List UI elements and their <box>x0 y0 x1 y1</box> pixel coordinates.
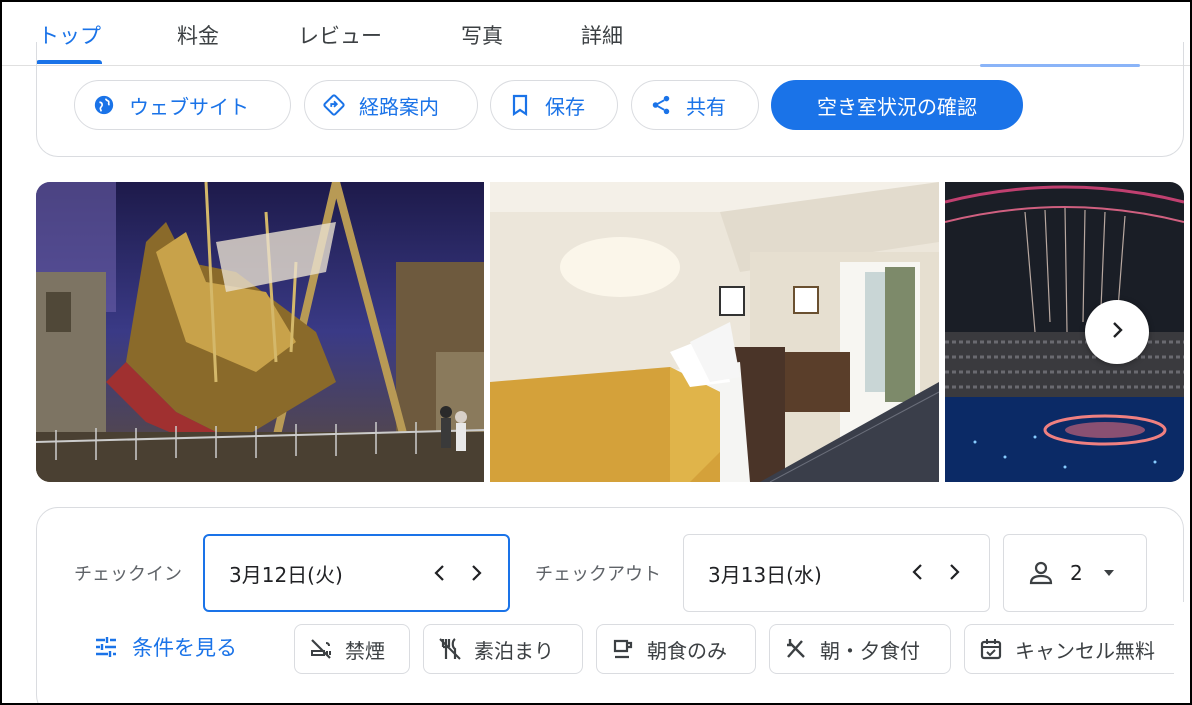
calendar-check-icon <box>979 637 1003 661</box>
globe-icon <box>93 94 115 116</box>
chevron-right-icon <box>950 564 960 580</box>
filter-label: キャンセル無料 <box>1015 638 1155 663</box>
partial-element <box>980 64 1140 67</box>
checkin-label: チェックイン <box>74 564 182 585</box>
chevron-right-icon <box>472 565 482 581</box>
chevron-left-icon <box>912 564 922 580</box>
share-label: 共有 <box>686 94 726 119</box>
bookmark-icon <box>509 94 531 116</box>
coffee-cup-icon <box>611 637 635 661</box>
checkout-next-button[interactable] <box>939 557 969 587</box>
dropdown-arrow-icon <box>1103 569 1115 577</box>
directions-label: 経路案内 <box>359 94 439 119</box>
checkout-label: チェックアウト <box>535 564 661 585</box>
filter-breakfast-only[interactable]: 朝食のみ <box>596 624 756 674</box>
directions-button[interactable]: 経路案内 <box>304 80 478 130</box>
website-button[interactable]: ウェブサイト <box>74 80 291 130</box>
tune-icon <box>94 636 118 658</box>
hotel-photo-pirate-ship[interactable] <box>36 182 484 482</box>
guests-selector[interactable]: 2 <box>1003 534 1147 612</box>
filter-label: 禁煙 <box>345 638 385 663</box>
checkin-date-value: 3月12日(火) <box>229 562 343 587</box>
checkout-date-field[interactable]: 3月13日(水) <box>683 534 990 612</box>
checkout-prev-button[interactable] <box>903 557 933 587</box>
save-button[interactable]: 保存 <box>490 80 618 130</box>
carousel-next-button[interactable] <box>1085 300 1149 364</box>
checkin-next-button[interactable] <box>461 558 491 588</box>
check-availability-button[interactable]: 空き室状況の確認 <box>771 80 1023 130</box>
share-button[interactable]: 共有 <box>631 80 759 130</box>
no-meals-icon <box>438 637 462 661</box>
browser-frame: トップ 料金 レビュー 写真 詳細 ウェブサイト 経路案内 保存 共有 空き室状… <box>0 0 1192 705</box>
checkout-date-value: 3月13日(水) <box>708 562 822 587</box>
fork-knife-icon <box>784 637 808 661</box>
chevron-left-icon <box>434 565 444 581</box>
guests-count: 2 <box>1070 561 1083 585</box>
checkin-date-field[interactable]: 3月12日(火) <box>203 534 510 612</box>
save-label: 保存 <box>545 94 585 119</box>
filter-no-smoking[interactable]: 禁煙 <box>294 624 410 674</box>
see-conditions-label: 条件を見る <box>132 636 237 660</box>
filter-label: 朝・夕食付 <box>820 638 920 663</box>
filter-breakfast-dinner[interactable]: 朝・夕食付 <box>769 624 951 674</box>
share-icon <box>650 94 672 116</box>
filter-room-only[interactable]: 素泊まり <box>423 624 583 674</box>
filter-free-cancellation[interactable]: キャンセル無料 <box>964 624 1189 674</box>
checkin-prev-button[interactable] <box>425 558 455 588</box>
person-icon <box>1028 560 1054 586</box>
filter-label: 朝食のみ <box>647 638 727 663</box>
hotel-photo-room[interactable] <box>490 182 939 482</box>
website-label: ウェブサイト <box>129 94 249 119</box>
photo-carousel[interactable] <box>36 182 1184 482</box>
no-smoking-icon <box>309 637 333 661</box>
see-conditions-button[interactable]: 条件を見る <box>94 632 237 662</box>
scroll-edge-mask <box>1174 602 1190 703</box>
chevron-right-icon <box>1108 321 1126 343</box>
filter-label: 素泊まり <box>474 638 554 663</box>
directions-icon <box>323 94 345 116</box>
